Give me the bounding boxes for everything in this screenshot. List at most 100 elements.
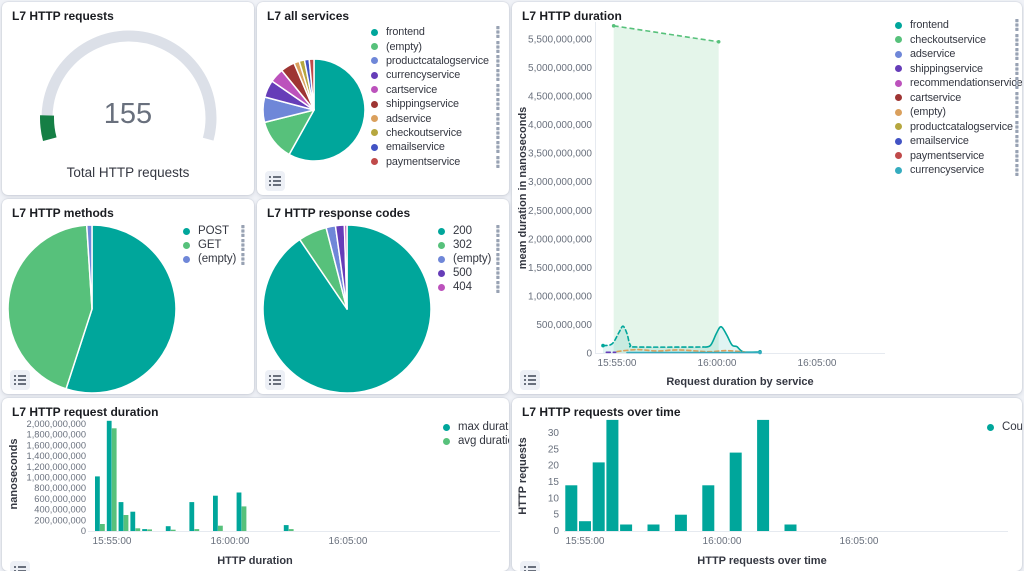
legend-color-dot	[438, 256, 445, 263]
legend-actions-icon[interactable]	[494, 267, 502, 279]
legend-item--empty-[interactable]: (empty)	[183, 252, 247, 266]
legend-item--empty-[interactable]: (empty)	[895, 105, 1021, 120]
legend-color-dot	[895, 123, 902, 130]
duration-legend: frontendcheckoutserviceadserviceshipping…	[895, 18, 1021, 178]
svg-text:20: 20	[548, 461, 560, 472]
legend-item-max-duration[interactable]: max duration	[443, 420, 509, 434]
legend-item-404[interactable]: 404	[438, 280, 502, 294]
legend-color-dot	[895, 167, 902, 174]
svg-text:400,000,000: 400,000,000	[34, 505, 86, 515]
legend-actions-icon[interactable]	[1013, 48, 1021, 60]
legend-label: 404	[453, 281, 472, 293]
legend-toggle-button[interactable]	[10, 561, 30, 571]
legend-toggle-button[interactable]	[520, 561, 540, 571]
svg-text:4,000,000,000: 4,000,000,000	[528, 120, 592, 131]
legend-item-avg-duration[interactable]: avg duration	[443, 434, 509, 448]
legend-item-frontend[interactable]: frontend	[371, 25, 502, 39]
legend-actions-icon[interactable]	[1013, 63, 1021, 75]
legend-actions-icon[interactable]	[494, 225, 502, 237]
legend-item-productcatalogservice[interactable]: productcatalogservice	[371, 54, 502, 68]
legend-toggle-button[interactable]	[520, 370, 540, 390]
legend-item-paymentservice[interactable]: paymentservice	[371, 155, 502, 169]
legend-actions-icon[interactable]	[494, 141, 502, 153]
legend-item-get[interactable]: GET	[183, 238, 247, 252]
legend-item-shippingservice[interactable]: shippingservice	[371, 97, 502, 111]
legend-actions-icon[interactable]	[494, 127, 502, 139]
legend-actions-icon[interactable]	[494, 281, 502, 293]
legend-color-dot	[443, 424, 450, 431]
legend-item-paymentservice[interactable]: paymentservice	[895, 149, 1021, 164]
legend-item-productcatalogservice[interactable]: productcatalogservice	[895, 120, 1021, 135]
legend-actions-icon[interactable]	[494, 98, 502, 110]
legend-item--empty-[interactable]: (empty)	[438, 252, 502, 266]
legend-actions-icon[interactable]	[494, 113, 502, 125]
legend-color-dot	[371, 158, 378, 165]
legend-item-adservice[interactable]: adservice	[371, 111, 502, 125]
legend-actions-icon[interactable]	[1013, 164, 1021, 176]
legend-item-cartservice[interactable]: cartservice	[895, 91, 1021, 106]
panel-title: L7 HTTP request duration	[12, 405, 158, 419]
legend-actions-icon[interactable]	[1013, 19, 1021, 31]
legend-label: checkoutservice	[386, 127, 462, 139]
legend-item-adservice[interactable]: adservice	[895, 47, 1021, 62]
legend-item-post[interactable]: POST	[183, 224, 247, 238]
legend-actions-icon[interactable]	[1013, 92, 1021, 104]
legend-actions-icon[interactable]	[1013, 34, 1021, 46]
legend-label: 500	[453, 267, 472, 279]
legend-label: shippingservice	[386, 98, 459, 110]
requests-over-time-bar-chart[interactable]: 05101520253015:55:0016:00:0016:05:00HTTP…	[512, 398, 1022, 571]
svg-text:15:55:00: 15:55:00	[566, 536, 605, 547]
legend-item-currencyservice[interactable]: currencyservice	[895, 163, 1021, 178]
legend-actions-icon[interactable]	[494, 41, 502, 53]
panel-l7-http-requests: L7 HTTP requests 155 Total HTTP requests	[2, 2, 254, 195]
legend-actions-icon[interactable]	[239, 225, 247, 237]
legend-actions-icon[interactable]	[1013, 106, 1021, 118]
request-duration-bar-chart[interactable]: 0200,000,000400,000,000600,000,000800,00…	[2, 398, 509, 571]
legend-item-200[interactable]: 200	[438, 224, 502, 238]
legend-actions-icon[interactable]	[1013, 150, 1021, 162]
legend-item--empty-[interactable]: (empty)	[371, 39, 502, 53]
svg-text:15:55:00: 15:55:00	[598, 358, 637, 369]
legend-actions-icon[interactable]	[239, 239, 247, 251]
legend-label: (empty)	[198, 253, 236, 265]
legend-item-302[interactable]: 302	[438, 238, 502, 252]
legend-item-shippingservice[interactable]: shippingservice	[895, 62, 1021, 77]
svg-text:HTTP requests: HTTP requests	[517, 437, 529, 514]
legend-color-dot	[371, 29, 378, 36]
count-legend: Count	[987, 420, 1022, 434]
legend-item-recommendationservice[interactable]: recommendationservice	[895, 76, 1021, 91]
legend-actions-icon[interactable]	[494, 69, 502, 81]
legend-actions-icon[interactable]	[494, 253, 502, 265]
legend-item-cartservice[interactable]: cartservice	[371, 83, 502, 97]
legend-actions-icon[interactable]	[494, 55, 502, 67]
legend-actions-icon[interactable]	[494, 84, 502, 96]
legend-label: checkoutservice	[910, 34, 986, 46]
legend-item-checkoutservice[interactable]: checkoutservice	[371, 126, 502, 140]
legend-color-dot	[371, 144, 378, 151]
svg-text:10: 10	[548, 493, 560, 504]
legend-item-emailservice[interactable]: emailservice	[895, 134, 1021, 149]
legend-toggle-button[interactable]	[10, 370, 30, 390]
list-icon	[14, 374, 26, 386]
svg-text:3,500,000,000: 3,500,000,000	[528, 149, 592, 160]
legend-item-checkoutservice[interactable]: checkoutservice	[895, 33, 1021, 48]
legend-actions-icon[interactable]	[494, 156, 502, 168]
legend-toggle-button[interactable]	[265, 171, 285, 191]
legend-actions-icon[interactable]	[239, 253, 247, 265]
legend-item-currencyservice[interactable]: currencyservice	[371, 68, 502, 82]
legend-color-dot	[371, 129, 378, 136]
legend-item-count[interactable]: Count	[987, 420, 1022, 434]
legend-actions-icon[interactable]	[1013, 121, 1021, 133]
legend-actions-icon[interactable]	[494, 26, 502, 38]
legend-color-dot	[895, 152, 902, 159]
legend-actions-icon[interactable]	[494, 239, 502, 251]
legend-item-500[interactable]: 500	[438, 266, 502, 280]
legend-item-emailservice[interactable]: emailservice	[371, 140, 502, 154]
legend-toggle-button[interactable]	[265, 370, 285, 390]
legend-actions-icon[interactable]	[1013, 77, 1021, 89]
legend-color-dot	[443, 438, 450, 445]
legend-actions-icon[interactable]	[1013, 135, 1021, 147]
legend-item-frontend[interactable]: frontend	[895, 18, 1021, 33]
svg-text:5,500,000,000: 5,500,000,000	[528, 34, 592, 45]
svg-text:25: 25	[548, 444, 560, 455]
